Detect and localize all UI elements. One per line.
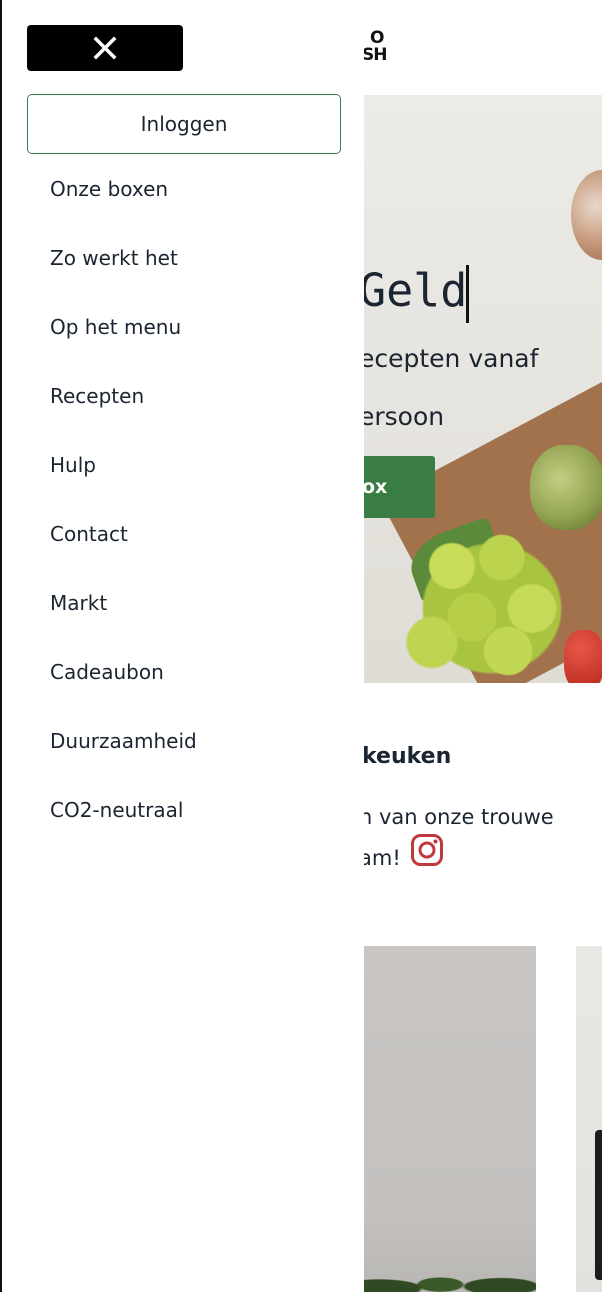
close-menu-button[interactable] — [27, 25, 183, 71]
instagram-photo-1[interactable] — [362, 946, 536, 1292]
tomato-image — [564, 630, 602, 683]
menu-item-hulp[interactable]: Hulp — [50, 431, 197, 500]
side-menu: Inloggen Onze boxen Zo werkt het Op het … — [2, 0, 364, 1292]
close-icon — [93, 36, 117, 60]
hero-image — [362, 95, 602, 683]
section-text-line-2: am! — [359, 846, 401, 870]
bowl-image — [571, 170, 602, 260]
typing-caret — [466, 265, 469, 323]
menu-item-op-het-menu[interactable]: Op het menu — [50, 293, 197, 362]
section-title: keuken — [362, 744, 452, 769]
menu-item-onze-boxen[interactable]: Onze boxen — [50, 155, 197, 224]
menu-item-duurzaamheid[interactable]: Duurzaamheid — [50, 707, 197, 776]
section-text-line-1: n van onze trouwe — [359, 805, 554, 829]
hero-title: Geld — [359, 264, 468, 317]
photo-2-object — [595, 1130, 602, 1280]
artichoke-image — [530, 445, 602, 530]
logo-line-2: SH — [362, 45, 387, 65]
brand-logo[interactable]: O SH — [362, 30, 392, 66]
menu-item-recepten[interactable]: Recepten — [50, 362, 197, 431]
instagram-icon[interactable] — [410, 833, 444, 867]
menu-item-markt[interactable]: Markt — [50, 569, 197, 638]
menu-item-co2-neutraal[interactable]: CO2-neutraal — [50, 776, 197, 845]
menu-item-contact[interactable]: Contact — [50, 500, 197, 569]
plant-image — [362, 1255, 536, 1292]
menu-item-cadeaubon[interactable]: Cadeaubon — [50, 638, 197, 707]
hero-subtitle-line-2: ersoon — [359, 402, 445, 431]
hero-subtitle-line-1: ecepten vanaf — [359, 344, 539, 373]
menu-item-zo-werkt-het[interactable]: Zo werkt het — [50, 224, 197, 293]
romanesco-image — [392, 515, 592, 683]
menu-list: Onze boxen Zo werkt het Op het menu Rece… — [50, 155, 197, 845]
login-button[interactable]: Inloggen — [27, 94, 341, 154]
